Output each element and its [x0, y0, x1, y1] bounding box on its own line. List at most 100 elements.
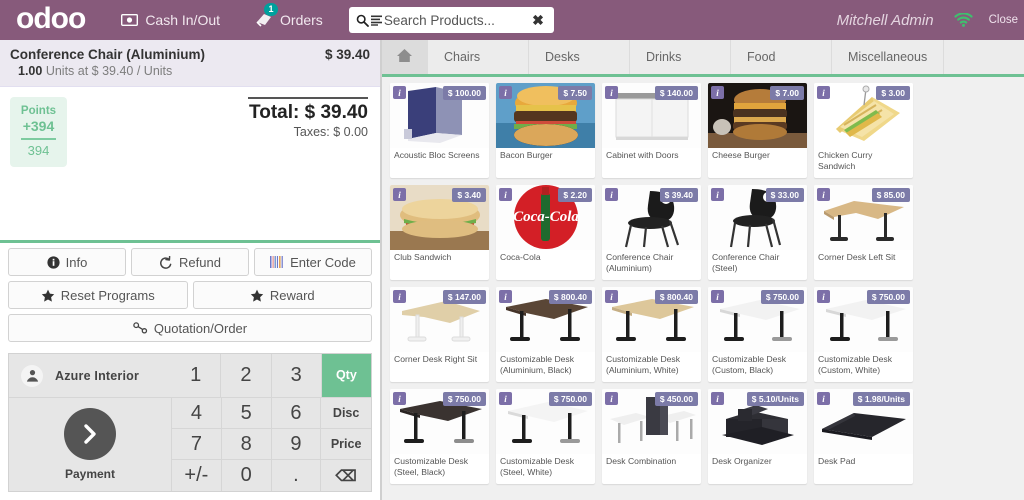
product-card[interactable]: i $ 3.40 Club Sandwich	[390, 185, 489, 280]
product-info-icon[interactable]: i	[499, 392, 512, 405]
numpad-mode-qty[interactable]: Qty	[321, 353, 371, 398]
product-card[interactable]: i $ 800.40 Customizable Desk (Aluminium,…	[602, 287, 701, 382]
clear-search-icon[interactable]: ✖	[529, 12, 547, 29]
product-card[interactable]: i $ 7.00 Cheese Burger	[708, 83, 807, 178]
numpad-top-row: 1 2 3 Qty	[171, 353, 371, 398]
numpad-key-1[interactable]: 1	[171, 353, 222, 398]
product-price: $ 750.00	[548, 392, 592, 406]
reward-button[interactable]: Reward	[192, 281, 372, 309]
numpad-key-2[interactable]: 2	[221, 353, 272, 398]
numpad-key-3[interactable]: 3	[271, 353, 322, 398]
product-info-icon[interactable]: i	[499, 290, 512, 303]
product-info-icon[interactable]: i	[817, 290, 830, 303]
odoo-logo[interactable]: odoo	[0, 3, 103, 34]
product-info-icon[interactable]: i	[605, 188, 618, 201]
product-info-icon[interactable]: i	[817, 86, 830, 99]
enter-code-button[interactable]: Enter Code	[254, 248, 372, 276]
numpad-key-4[interactable]: 4	[172, 398, 222, 429]
product-card[interactable]: i $ 140.00 Cabinet with Doors	[602, 83, 701, 178]
product-card[interactable]: i $ 100.00 Acoustic Bloc Screens	[390, 83, 489, 178]
numpad-key-7[interactable]: 7	[172, 429, 222, 460]
product-card[interactable]: i $ 750.00 Customizable Desk (Custom, Wh…	[814, 287, 913, 382]
numpad-key-9[interactable]: 9	[271, 429, 322, 460]
product-card[interactable]: i $ 7.50 Bacon Burger	[496, 83, 595, 178]
product-card[interactable]: i $ 147.00 Corner Desk Right Sit	[390, 287, 489, 382]
product-card[interactable]: i $ 750.00 Customizable Desk (Custom, Bl…	[708, 287, 807, 382]
wifi-status-icon	[948, 13, 979, 27]
numpad-key-0[interactable]: 0	[221, 460, 272, 491]
product-info-icon[interactable]: i	[817, 392, 830, 405]
product-info-icon[interactable]: i	[605, 86, 618, 99]
product-info-icon[interactable]: i	[711, 188, 724, 201]
product-price: $ 3.00	[876, 86, 910, 100]
product-info-icon[interactable]: i	[605, 392, 618, 405]
reset-programs-button[interactable]: Reset Programs	[8, 281, 188, 309]
product-name: Coca-Cola	[500, 252, 541, 262]
numpad-key-5[interactable]: 5	[221, 398, 272, 429]
product-card[interactable]: i $ 800.40 Customizable Desk (Aluminium,…	[496, 287, 595, 382]
reset-programs-label: Reset Programs	[60, 287, 155, 303]
reward-label: Reward	[269, 287, 315, 303]
category-tab-food[interactable]: Food	[731, 40, 832, 74]
order-line-detail: 1.00 Units at $ 39.40 / Units	[10, 64, 370, 78]
product-info-icon[interactable]: i	[711, 290, 724, 303]
product-card[interactable]: i $ 5.10/Units Desk Organizer	[708, 389, 807, 484]
product-image: i $ 147.00	[390, 287, 489, 352]
numpad-mode-price[interactable]: Price	[321, 429, 371, 460]
product-card[interactable]: i $ 33.00 Conference Chair (Steel)	[708, 185, 807, 280]
product-info-icon[interactable]: i	[393, 188, 406, 201]
numpad-mode-disc[interactable]: Disc	[321, 398, 371, 429]
product-card[interactable]: i $ 750.00 Customizable Desk (Steel, Whi…	[496, 389, 595, 484]
product-info-icon[interactable]: i	[817, 188, 830, 201]
product-card[interactable]: i $ 3.00 Chicken Curry Sandwich	[814, 83, 913, 178]
product-card[interactable]: i $ 39.40 Conference Chair (Aluminium)	[602, 185, 701, 280]
category-tab-home[interactable]	[382, 40, 428, 74]
numpad-key-decimal[interactable]: .	[271, 460, 322, 491]
product-price: $ 1.98/Units	[852, 392, 910, 406]
order-line[interactable]: Conference Chair (Aluminium) $ 39.40 1.0…	[0, 40, 380, 87]
orders-button[interactable]: 1 Orders	[238, 0, 341, 40]
product-name: Customizable Desk (Custom, Black)	[712, 354, 787, 375]
info-button[interactable]: Info	[8, 248, 126, 276]
select-customer-button[interactable]: Azure Interior	[9, 354, 171, 397]
category-tab-drinks[interactable]: Drinks	[630, 40, 731, 74]
product-card[interactable]: Coca-Cola i $ 2.20 Coca-Cola	[496, 185, 595, 280]
product-image: i $ 5.10/Units	[708, 389, 807, 454]
payment-button[interactable]: Payment	[9, 398, 171, 491]
numpad-key-plusminus[interactable]: +/-	[172, 460, 222, 491]
cash-in-out-button[interactable]: Cash In/Out	[103, 0, 238, 40]
product-info-icon[interactable]: i	[711, 86, 724, 99]
current-user-label[interactable]: Mitchell Admin	[823, 12, 948, 29]
orders-label: Orders	[280, 12, 323, 28]
category-tabs: Chairs Desks Drinks Food Miscellaneous	[382, 40, 1024, 77]
product-info-icon[interactable]: i	[499, 86, 512, 99]
search-box[interactable]: ✖	[348, 7, 554, 33]
refund-button[interactable]: Refund	[131, 248, 249, 276]
numpad-key-8[interactable]: 8	[221, 429, 272, 460]
numpad-key-6[interactable]: 6	[271, 398, 322, 429]
close-session-button[interactable]: Close	[979, 14, 1024, 26]
category-tab-miscellaneous[interactable]: Miscellaneous	[832, 40, 945, 74]
category-tab-desks[interactable]: Desks	[529, 40, 630, 74]
product-info-icon[interactable]: i	[393, 392, 406, 405]
product-card[interactable]: i $ 85.00 Corner Desk Left Sit	[814, 185, 913, 280]
product-info-icon[interactable]: i	[499, 188, 512, 201]
product-card[interactable]: i $ 450.00 Desk Combination	[602, 389, 701, 484]
product-panel: Chairs Desks Drinks Food Miscellaneous i…	[382, 40, 1024, 500]
quotation-order-button[interactable]: Quotation/Order	[8, 314, 372, 342]
category-tab-chairs[interactable]: Chairs	[428, 40, 529, 74]
product-info-icon[interactable]: i	[393, 290, 406, 303]
product-info-icon[interactable]: i	[605, 290, 618, 303]
product-info-icon[interactable]: i	[393, 86, 406, 99]
search-input[interactable]	[383, 12, 530, 28]
product-card[interactable]: i $ 750.00 Customizable Desk (Steel, Bla…	[390, 389, 489, 484]
product-info-icon[interactable]: i	[711, 392, 724, 405]
customer-and-top-keys: Azure Interior 1 2 3 Qty	[9, 353, 371, 398]
backspace-icon[interactable]: ⌫	[321, 460, 371, 491]
product-price: $ 7.00	[770, 86, 804, 100]
product-image: i $ 7.50	[496, 83, 595, 148]
product-grid: i $ 100.00 Acoustic Bloc Screens i $ 7.5…	[382, 77, 1024, 500]
product-name: Acoustic Bloc Screens	[394, 150, 480, 160]
product-name: Conference Chair (Steel)	[712, 252, 780, 273]
product-card[interactable]: i $ 1.98/Units Desk Pad	[814, 389, 913, 484]
